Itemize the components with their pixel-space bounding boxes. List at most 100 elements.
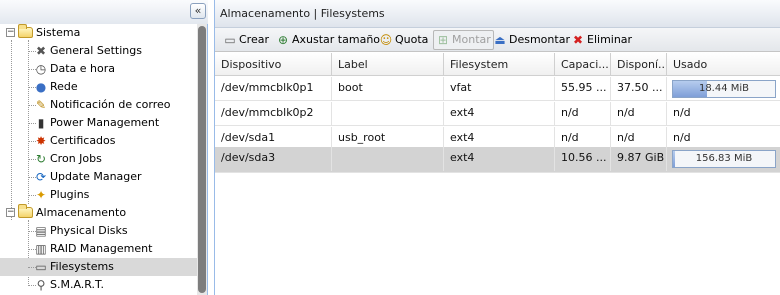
mount-button-label: Montar: [452, 33, 491, 46]
grid-header: Dispositivo Label Filesystem Capaci... D…: [215, 53, 780, 76]
update-manager-icon: ⟳: [35, 170, 47, 184]
table-row[interactable]: /dev/mmcblk0p1 boot vfat 55.95 ... 37.50…: [215, 77, 780, 101]
mount-icon: ⊞: [437, 33, 449, 47]
cell-label: boot: [332, 77, 444, 101]
resize-button[interactable]: ⊕ Axustar tamaño: [274, 30, 380, 50]
sidebar-item-label: General Settings: [50, 44, 142, 57]
mail-pencil-icon: ✎: [35, 98, 47, 112]
sidebar-item-raid-management[interactable]: ▥ RAID Management: [0, 240, 197, 258]
unmount-icon: ⏏: [494, 33, 506, 47]
tree-node-label: Almacenamento: [36, 206, 127, 219]
create-button-label: Crear: [239, 33, 269, 46]
sidebar-item-label: Filesystems: [50, 260, 114, 273]
unmount-button[interactable]: ⏏ Desmontar: [491, 30, 570, 50]
delete-button[interactable]: ✖ Eliminar: [569, 30, 632, 50]
sidebar-item-rede[interactable]: ● Rede: [0, 78, 197, 96]
tree-node-almacenamento[interactable]: − Almacenamento: [0, 204, 197, 222]
sidebar-item-physical-disks[interactable]: ▤ Physical Disks: [0, 222, 197, 240]
cell-capacity: 55.95 ...: [555, 77, 611, 101]
delete-button-label: Eliminar: [587, 33, 633, 46]
cell-label: [332, 102, 444, 126]
sidebar-item-label: Cron Jobs: [50, 152, 102, 165]
column-header-label[interactable]: Label: [332, 53, 444, 76]
column-header-available[interactable]: Disponí...: [611, 53, 667, 76]
sidebar-item-label: Physical Disks: [50, 224, 128, 237]
resize-icon: ⊕: [277, 33, 289, 47]
sidebar-item-label: Rede: [50, 80, 78, 93]
sidebar-item-power-management[interactable]: ▮ Power Management: [0, 114, 197, 132]
folder-open-icon: [18, 204, 33, 218]
cell-used: 156.83 MiB: [667, 147, 780, 171]
power-plug-icon: ▮: [37, 116, 45, 130]
sidebar-item-label: Power Management: [50, 116, 160, 129]
sidebar-item-plugins[interactable]: ✦ Plugins: [0, 186, 197, 204]
cell-available: n/d: [611, 102, 667, 126]
delete-x-icon: ✖: [572, 33, 584, 47]
filesystems-grid: Dispositivo Label Filesystem Capaci... D…: [215, 53, 780, 295]
filesystem-icon: ▭: [35, 260, 47, 274]
panel-title: Almacenamento | Filesystems: [215, 0, 780, 28]
quota-button[interactable]: ☺ Quota: [377, 30, 429, 50]
clock-icon: ◷: [35, 62, 47, 76]
sidebar-item-data-e-hora[interactable]: ◷ Data e hora: [0, 60, 197, 78]
usage-progress-bar: 18.44 MiB: [672, 80, 776, 98]
tree-node-sistema[interactable]: − Sistema: [0, 24, 197, 42]
cell-device: /dev/mmcblk0p1: [215, 77, 332, 101]
quota-button-label: Quota: [395, 33, 429, 46]
quota-users-icon: ☺: [379, 33, 393, 47]
usage-progress-bar: 156.83 MiB: [672, 150, 776, 168]
collapse-panel-button[interactable]: «: [190, 3, 206, 19]
table-row[interactable]: /dev/mmcblk0p2 ext4 n/d n/d n/d: [215, 102, 780, 126]
navigation-tree: − Sistema ✖ General Settings ◷ Data e ho…: [0, 24, 197, 295]
sidebar-item-certificados[interactable]: ✸ Certificados: [0, 132, 197, 150]
column-header-used[interactable]: Usado: [667, 53, 780, 76]
filesystems-panel: Almacenamento | Filesystems ▭ Crear ⊕ Ax…: [214, 0, 780, 295]
cell-label: [332, 147, 444, 171]
column-header-filesystem[interactable]: Filesystem: [444, 53, 555, 76]
cell-available: 9.87 GiB: [611, 147, 667, 171]
collapse-node-icon[interactable]: −: [6, 208, 15, 217]
cell-used: 18.44 MiB: [667, 77, 780, 101]
table-row-selected[interactable]: /dev/sda3 ext4 10.56 ... 9.87 GiB 156.83…: [215, 147, 780, 173]
cell-capacity: n/d: [555, 102, 611, 126]
sidebar-item-cron-jobs[interactable]: ↻ Cron Jobs: [0, 150, 197, 168]
sidebar-item-label: RAID Management: [50, 242, 153, 255]
create-disk-icon: ▭: [224, 33, 236, 47]
sidebar-item-general-settings[interactable]: ✖ General Settings: [0, 42, 197, 60]
collapse-node-icon[interactable]: −: [6, 28, 15, 37]
network-globe-icon: ●: [35, 80, 47, 94]
create-button[interactable]: ▭ Crear: [221, 30, 269, 50]
cell-capacity: 10.56 ...: [555, 147, 611, 171]
cell-available: 37.50 ...: [611, 77, 667, 101]
scrollbar-thumb[interactable]: [198, 26, 206, 293]
cell-filesystem: ext4: [444, 147, 555, 171]
cell-device: /dev/sda3: [215, 147, 332, 171]
sidebar-item-smart[interactable]: ⚲ S.M.A.R.T.: [0, 276, 197, 294]
sidebar-item-label: Plugins: [50, 188, 90, 201]
sidebar-item-label: S.M.A.R.T.: [50, 278, 104, 291]
mount-button[interactable]: ⊞ Montar: [433, 30, 494, 50]
wrench-screwdriver-icon: ✖: [35, 44, 47, 58]
physical-disk-icon: ▤: [35, 224, 47, 238]
smart-search-icon: ⚲: [36, 278, 46, 292]
column-header-device[interactable]: Dispositivo: [215, 53, 332, 76]
certificate-seal-icon: ✸: [35, 134, 47, 148]
sidebar-item-label: Notificación de correo: [50, 98, 171, 111]
sidebar-item-notificacion-de-correo[interactable]: ✎ Notificación de correo: [0, 96, 197, 114]
usage-progress-text: 18.44 MiB: [698, 83, 750, 94]
puzzle-icon: ✦: [35, 188, 47, 202]
raid-icon: ▥: [35, 242, 47, 256]
sidebar-item-filesystems[interactable]: ▭ Filesystems: [0, 258, 197, 276]
cell-used: n/d: [673, 106, 691, 119]
navigation-panel: « − Sistema ✖ General Settings ◷ Data e …: [0, 0, 208, 295]
sidebar-item-label: Update Manager: [50, 170, 142, 183]
unmount-button-label: Desmontar: [509, 33, 570, 46]
column-header-capacity[interactable]: Capaci...: [555, 53, 611, 76]
sidebar-item-update-manager[interactable]: ⟳ Update Manager: [0, 168, 197, 186]
cell-filesystem: ext4: [444, 102, 555, 126]
tree-node-label: Sistema: [36, 26, 81, 39]
sidebar-item-label: Certificados: [50, 134, 116, 147]
cell-device: /dev/mmcblk0p2: [215, 102, 332, 126]
navigation-scrollbar[interactable]: [197, 24, 207, 295]
cron-refresh-icon: ↻: [35, 152, 47, 166]
